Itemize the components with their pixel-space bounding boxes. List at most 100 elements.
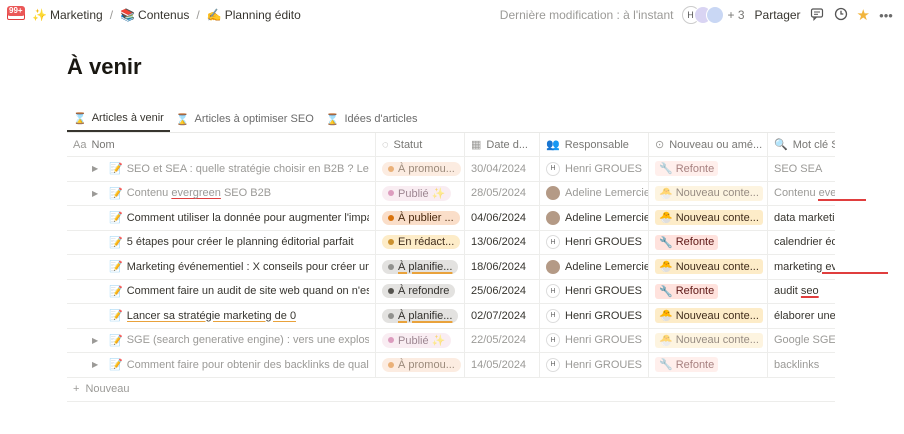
breadcrumb-planning[interactable]: ✍️ Planning édito [205, 8, 303, 22]
table-row[interactable]: 📝 Comment faire un audit de site web qua… [67, 279, 835, 304]
cell-date[interactable]: 02/07/2024 [465, 304, 540, 328]
cell-type[interactable]: 🔧 Refonte [649, 157, 768, 181]
table-row[interactable]: 📝 Marketing événementiel : X conseils po… [67, 255, 835, 280]
cell-name[interactable]: 📝 Comment utiliser la donnée pour augmen… [67, 206, 376, 230]
cell-keyword[interactable]: élaborer une [768, 304, 835, 328]
cell-type[interactable]: 🔧 Refonte [649, 279, 768, 303]
cell-owner[interactable]: H Henri GROUES [540, 328, 649, 352]
column-header-status[interactable]: ◌ Statut [376, 133, 465, 156]
type-tag: 🔧 Refonte [655, 357, 719, 373]
collaborators[interactable]: H + 3 [681, 6, 745, 24]
expand-arrow-icon[interactable]: ▶ [92, 336, 98, 345]
table-row[interactable]: ▶ 📝 Comment faire pour obtenir des backl… [67, 353, 835, 378]
cell-keyword[interactable]: SEO SEA [768, 157, 835, 181]
cell-date[interactable]: 28/05/2024 [465, 181, 540, 205]
cell-status[interactable]: Publié ✨ [376, 328, 465, 352]
column-header-date[interactable]: ▦ Date d... [465, 133, 540, 156]
cell-name[interactable]: ▶ 📝 SGE (search generative engine) : ver… [67, 328, 376, 352]
cell-type[interactable]: 🔧 Refonte [649, 353, 768, 377]
wrench-icon: 🔧 [659, 285, 673, 298]
inbox-icon[interactable]: 99+ [7, 6, 25, 20]
share-button[interactable]: Partager [755, 8, 801, 22]
cell-type[interactable]: 🔧 Refonte [649, 230, 768, 254]
table-row[interactable]: ▶ 📝 SGE (search generative engine) : ver… [67, 328, 835, 353]
expand-arrow-icon[interactable]: ▶ [92, 164, 98, 173]
memo-icon: 📝 [109, 359, 123, 372]
cell-owner[interactable]: H Henri GROUES [540, 230, 649, 254]
table-header: Aa Nom ◌ Statut ▦ Date d... 👥 Responsabl… [67, 133, 835, 157]
avatar[interactable] [705, 6, 724, 24]
avatar: H [546, 161, 560, 176]
cell-status[interactable]: À planifie... [376, 255, 465, 279]
tab-label: Articles à venir [91, 112, 164, 124]
new-row-button[interactable]: + Nouveau [67, 378, 835, 402]
cell-status[interactable]: En rédact... [376, 230, 465, 254]
cell-keyword[interactable]: audit seo [768, 280, 835, 304]
cell-keyword[interactable]: marketing ev [768, 255, 835, 279]
cell-type[interactable]: 🐣 Nouveau conte... [649, 255, 768, 279]
cell-date[interactable]: 14/05/2024 [465, 353, 540, 377]
cell-type[interactable]: 🐣 Nouveau conte... [649, 181, 768, 205]
tab-articles-seo[interactable]: ⌛ Articles à optimiser SEO [170, 106, 320, 132]
cell-name[interactable]: 📝 Comment faire un audit de site web qua… [67, 279, 376, 303]
cell-type[interactable]: 🐣 Nouveau conte... [649, 206, 768, 230]
cell-status[interactable]: Publié ✨ [376, 181, 465, 205]
cell-date[interactable]: 22/05/2024 [465, 328, 540, 352]
cell-status[interactable]: À promou... [376, 353, 465, 377]
cell-owner[interactable]: Adeline Lemercier [540, 206, 649, 230]
expand-arrow-icon[interactable]: ▶ [92, 360, 98, 369]
cell-name[interactable]: 📝 5 étapes pour créer le planning éditor… [67, 230, 376, 254]
cell-date[interactable]: 30/04/2024 [465, 157, 540, 181]
cell-date[interactable]: 13/06/2024 [465, 230, 540, 254]
cell-status[interactable]: À publier ... [376, 206, 465, 230]
cell-type[interactable]: 🐣 Nouveau conte... [649, 328, 768, 352]
cell-date[interactable]: 04/06/2024 [465, 206, 540, 230]
cell-keyword[interactable]: Contenu eve [768, 182, 835, 206]
type-tag: 🔧 Refonte [655, 161, 719, 177]
table-row[interactable]: ▶ 📝 SEO et SEA : quelle stratégie choisi… [67, 157, 835, 182]
type-tag: 🔧 Refonte [655, 283, 719, 299]
more-users-count[interactable]: + 3 [728, 8, 745, 22]
cell-owner[interactable]: Adeline Lemercier [540, 181, 649, 205]
star-icon[interactable]: ★ [857, 6, 870, 24]
breadcrumb-contenus[interactable]: 📚 Contenus [118, 8, 191, 22]
column-header-type[interactable]: ⊙ Nouveau ou amé... [649, 133, 768, 156]
cell-date[interactable]: 25/06/2024 [465, 279, 540, 303]
table-row[interactable]: 📝 Lancer sa stratégie marketing de 0 À p… [67, 304, 835, 329]
table-row[interactable]: 📝 5 étapes pour créer le planning éditor… [67, 230, 835, 255]
tab-idees[interactable]: ⌛ Idées d'articles [320, 106, 424, 132]
cell-owner[interactable]: H Henri GROUES [540, 304, 649, 328]
page-title: À venir [67, 54, 142, 79]
cell-owner[interactable]: H Henri GROUES [540, 279, 649, 303]
clock-icon[interactable] [833, 7, 849, 24]
cell-keyword[interactable]: data marketi [768, 206, 835, 230]
table-row[interactable]: 📝 Comment utiliser la donnée pour augmen… [67, 206, 835, 231]
cell-name[interactable]: 📝 Lancer sa stratégie marketing de 0 [67, 304, 376, 328]
breadcrumb-marketing[interactable]: ✨ Marketing [30, 8, 105, 22]
expand-arrow-icon[interactable]: ▶ [92, 189, 98, 198]
cell-type[interactable]: 🐣 Nouveau conte... [649, 304, 768, 328]
column-header-keyword[interactable]: 🔍 Mot clé S [768, 133, 835, 156]
cell-name[interactable]: 📝 Marketing événementiel : X conseils po… [67, 255, 376, 279]
cell-keyword[interactable]: Google SGE [768, 329, 835, 353]
column-label: Nom [91, 138, 115, 151]
more-icon[interactable]: ••• [878, 8, 894, 23]
table-row[interactable]: ▶ 📝 Contenu evergreen SEO B2B Publié ✨ 2… [67, 181, 835, 206]
status-badge: En rédact... [382, 235, 461, 250]
cell-status[interactable]: À planifie... [376, 304, 465, 328]
column-header-owner[interactable]: 👥 Responsable [540, 133, 649, 156]
cell-status[interactable]: À refondre [376, 279, 465, 303]
column-header-name[interactable]: Aa Nom [67, 133, 376, 156]
tab-articles-a-venir[interactable]: ⌛ Articles à venir [67, 106, 170, 132]
cell-owner[interactable]: H Henri GROUES [540, 353, 649, 377]
cell-owner[interactable]: H Henri GROUES [540, 157, 649, 181]
cell-name[interactable]: ▶ 📝 Contenu evergreen SEO B2B [67, 181, 376, 205]
cell-status[interactable]: À promou... [376, 157, 465, 181]
cell-keyword[interactable]: calendrier éd [768, 231, 835, 255]
comment-icon[interactable] [809, 7, 825, 24]
cell-name[interactable]: ▶ 📝 SEO et SEA : quelle stratégie choisi… [67, 157, 376, 181]
cell-name[interactable]: ▶ 📝 Comment faire pour obtenir des backl… [67, 353, 376, 377]
cell-keyword[interactable]: backlinks [768, 353, 835, 377]
cell-date[interactable]: 18/06/2024 [465, 255, 540, 279]
cell-owner[interactable]: Adeline Lemercier [540, 255, 649, 279]
